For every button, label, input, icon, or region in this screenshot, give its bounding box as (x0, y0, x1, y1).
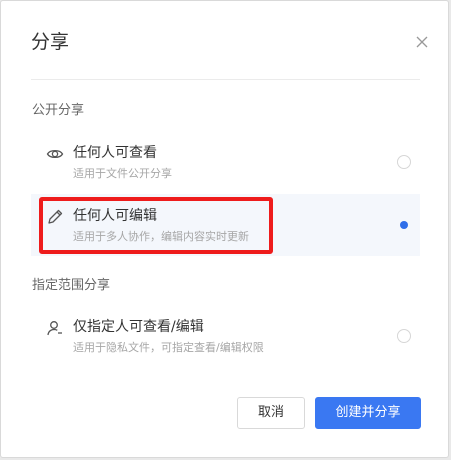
header-divider (31, 79, 420, 80)
close-icon[interactable] (414, 34, 430, 50)
section-label-public: 公开分享 (32, 103, 85, 118)
option-title: 任何人可查看 (73, 145, 157, 161)
radio-anyone-edit[interactable] (397, 218, 411, 232)
option-desc: 适用于隐私文件，可指定查看/编辑权限 (73, 341, 264, 354)
option-desc: 适用于多人协作，编辑内容实时更新 (73, 230, 249, 243)
eye-icon (46, 145, 64, 163)
option-anyone-edit[interactable]: 任何人可编辑 适用于多人协作，编辑内容实时更新 (31, 194, 420, 256)
option-specified-people[interactable]: 仅指定人可查看/编辑 适用于隐私文件，可指定查看/编辑权限 (31, 305, 420, 367)
radio-specified-people[interactable] (397, 329, 411, 343)
option-title: 仅指定人可查看/编辑 (73, 319, 204, 335)
user-icon (46, 319, 64, 337)
cancel-button[interactable]: 取消 (237, 397, 305, 429)
option-anyone-view[interactable]: 任何人可查看 适用于文件公开分享 (31, 131, 420, 193)
option-desc: 适用于文件公开分享 (73, 167, 172, 180)
option-title: 任何人可编辑 (73, 208, 157, 224)
dialog-title: 分享 (31, 31, 70, 53)
share-dialog: 分享 公开分享 任何人可查看 适用于文件公开分享 任何人可编辑 适用于多人协作，… (0, 0, 449, 458)
section-label-specified: 指定范围分享 (32, 278, 111, 293)
radio-anyone-view[interactable] (397, 155, 411, 169)
create-and-share-button[interactable]: 创建并分享 (315, 397, 421, 429)
pencil-icon (46, 208, 64, 226)
